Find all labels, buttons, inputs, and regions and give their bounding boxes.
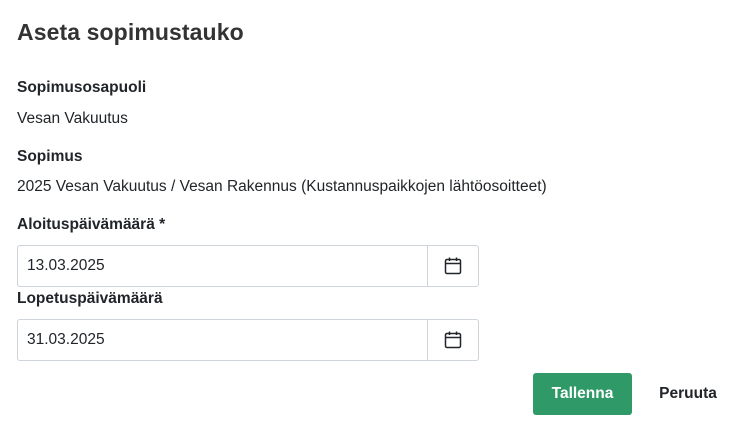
end-date-label: Lopetuspäivämäärä: [17, 290, 163, 307]
start-date-calendar-button[interactable]: [427, 245, 479, 287]
end-date-group: [17, 319, 479, 361]
start-date-input[interactable]: [17, 245, 427, 287]
cancel-button[interactable]: Peruuta: [645, 373, 731, 415]
contract-party-label: Sopimusosapuoli: [17, 79, 147, 96]
start-date-label: Aloituspäivämäärä *: [17, 216, 166, 233]
end-date-input[interactable]: [17, 319, 427, 361]
contract-value: 2025 Vesan Vakuutus / Vesan Rakennus (Ku…: [17, 178, 547, 195]
save-button[interactable]: Tallenna: [533, 373, 632, 415]
start-date-group: [17, 245, 479, 287]
end-date-calendar-button[interactable]: [427, 319, 479, 361]
contract-party-value: Vesan Vakuutus: [17, 110, 128, 127]
calendar-icon: [444, 257, 462, 275]
page-title: Aseta sopimustauko: [17, 19, 244, 45]
calendar-icon: [444, 331, 462, 349]
contract-label: Sopimus: [17, 148, 83, 165]
